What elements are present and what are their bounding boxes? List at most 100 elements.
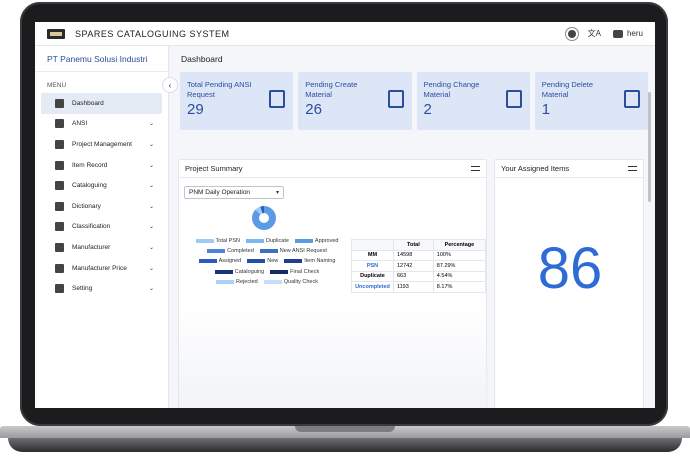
sidebar-item-label: Setting	[72, 285, 93, 293]
sidebar-item-item-record[interactable]: Item Record ⌄	[41, 155, 162, 176]
legend-item[interactable]: Completed	[207, 248, 254, 254]
legend-item[interactable]: Total PSN	[195, 238, 240, 244]
sidebar-item-cataloguing[interactable]: Cataloguing ⌄	[41, 175, 162, 196]
sidebar-item-ansi[interactable]: ANSI ⌄	[41, 114, 162, 135]
panel-menu-icon[interactable]	[628, 166, 637, 171]
legend-swatch	[284, 259, 303, 264]
project-select-value: PNM Daily Operation	[189, 189, 251, 196]
summary-cards: Total Pending ANSI Request 29 Pending Crea…	[180, 72, 648, 130]
table-cell-total: 1193	[392, 281, 434, 293]
scrollbar[interactable]	[648, 92, 651, 202]
stat-card[interactable]: Pending Create Material 26	[298, 72, 412, 130]
table-row: Duplicate 663 4.54%	[351, 270, 487, 282]
chevron-down-icon: ⌄	[148, 244, 154, 251]
sidebar-item-manufacturer[interactable]: Manufacturer ⌄	[41, 237, 162, 258]
legend-row: Cataloguing Final Check	[187, 267, 347, 277]
assigned-items-header: Your Assigned Items	[495, 160, 643, 178]
sidebar-item-label: ANSI	[72, 120, 88, 128]
chevron-down-icon: ⌄	[148, 141, 154, 148]
screen: SPARES CATALOGUING SYSTEM 文A heru PT Pan…	[35, 22, 655, 408]
app-title: SPARES CATALOGUING SYSTEM	[75, 28, 230, 39]
summary-table: Total Percentage MM 14598 100% PSN 12742 87.29%…	[351, 239, 487, 293]
truck-icon	[55, 160, 64, 170]
table-row-label: MM	[351, 249, 394, 261]
stat-card[interactable]: Pending Change Material 2	[416, 72, 530, 130]
legend-item[interactable]: New ANSI Request	[259, 248, 327, 255]
chart-legend: Total PSN Duplicate Approved Completed New A…	[187, 236, 347, 287]
legend-item[interactable]: Quality Check	[263, 278, 318, 285]
legend-label: Duplicate	[265, 238, 289, 245]
legend-label: New	[267, 258, 279, 265]
assigned-items-count: 86	[537, 236, 603, 301]
legend-swatch	[207, 249, 226, 254]
translate-icon[interactable]: 文A	[588, 28, 601, 39]
legend-item[interactable]: Duplicate	[245, 238, 289, 245]
table-row-label: Duplicate	[351, 270, 394, 282]
legend-row: Completed New ANSI Request	[187, 246, 347, 256]
table-row: Uncompleted 1193 8.17%	[351, 281, 487, 293]
factory-icon	[55, 242, 64, 252]
theme-toggle-icon[interactable]	[567, 29, 576, 38]
sidebar-item-label: Cataloguing	[72, 182, 107, 190]
table-cell-percentage: 100%	[432, 249, 487, 261]
legend-item[interactable]: Final Check	[270, 269, 319, 275]
legend-swatch	[198, 259, 217, 264]
project-summary-header: Project Summary	[179, 160, 486, 178]
project-select[interactable]: PNM Daily Operation ▾	[184, 186, 284, 199]
price-tag-icon	[55, 263, 64, 273]
legend-label: Completed	[227, 248, 254, 255]
table-header: Percentage	[432, 239, 487, 251]
legend-swatch	[214, 269, 233, 274]
stat-card-label: Pending Delete Material	[541, 80, 594, 99]
chevron-down-icon: ⌄	[148, 203, 154, 210]
sidebar-item-project-management[interactable]: Project Management ⌄	[41, 134, 162, 155]
table-cell-percentage: 87.29%	[432, 260, 487, 272]
legend-label: New ANSI Request	[279, 248, 327, 255]
box-icon	[55, 181, 64, 191]
stat-card-label: Total Pending ANSI Request	[187, 80, 252, 99]
stat-card[interactable]: Total Pending ANSI Request 29	[180, 72, 294, 130]
table-cell-total: 12742	[392, 260, 434, 272]
legend-label: Final Check	[290, 268, 320, 275]
table-header: Total	[392, 239, 434, 251]
users-icon	[55, 139, 64, 149]
table-row-label[interactable]: PSN	[351, 260, 394, 272]
sidebar-item-label: Classification	[72, 223, 111, 231]
legend-swatch	[245, 239, 264, 244]
user-name: heru	[626, 29, 643, 38]
file-plus-icon	[387, 90, 404, 108]
sidebar-item-dictionary[interactable]: Dictionary ⌄	[41, 196, 162, 217]
table-header-row: Total Percentage	[351, 239, 487, 251]
chevron-down-icon: ⌄	[148, 286, 154, 293]
sidebar-collapse-button[interactable]: ‹	[162, 77, 178, 93]
legend-item[interactable]: Assigned	[198, 258, 242, 265]
legend-swatch	[294, 239, 313, 244]
legend-label: Rejected	[236, 278, 258, 285]
legend-item[interactable]: Approved	[294, 238, 338, 244]
sidebar-item-label: Item Record	[72, 161, 108, 169]
table-row: PSN 12742 87.29%	[351, 260, 487, 272]
table-cell-percentage: 8.17%	[432, 281, 487, 293]
table-cell-percentage: 4.54%	[432, 270, 487, 282]
sidebar-item-label: Manufacturer	[72, 243, 111, 251]
sidebar-item-dashboard[interactable]: Dashboard	[41, 93, 162, 114]
legend-row: Rejected Quality Check	[187, 277, 347, 287]
legend-item[interactable]: Item Naming	[284, 258, 335, 264]
main-content: Dashboard Total Pending ANSI Request 29 Pe…	[173, 46, 655, 408]
user-menu[interactable]: heru	[612, 29, 643, 38]
sidebar-item-label: Project Management	[72, 140, 132, 148]
legend-row: Total PSN Duplicate Approved	[187, 236, 347, 246]
panel-menu-icon[interactable]	[471, 166, 480, 171]
sidebar-item-setting[interactable]: Setting ⌄	[41, 278, 162, 299]
sidebar-item-classification[interactable]: Classification ⌄	[41, 217, 162, 238]
sidebar-item-manufacturer-price[interactable]: Manufacturer Price ⌄	[41, 258, 162, 279]
legend-item[interactable]: Rejected	[216, 279, 258, 285]
stat-card[interactable]: Pending Delete Material 1	[534, 72, 648, 130]
legend-label: Assigned	[218, 258, 242, 265]
legend-item[interactable]: New	[247, 258, 278, 264]
company-name: PT Panemu Solusi Industri	[35, 46, 168, 72]
app-logo	[47, 28, 65, 39]
legend-label: Quality Check	[283, 278, 318, 285]
legend-item[interactable]: Cataloguing	[214, 269, 264, 275]
table-row-label[interactable]: Uncompleted	[351, 281, 394, 293]
